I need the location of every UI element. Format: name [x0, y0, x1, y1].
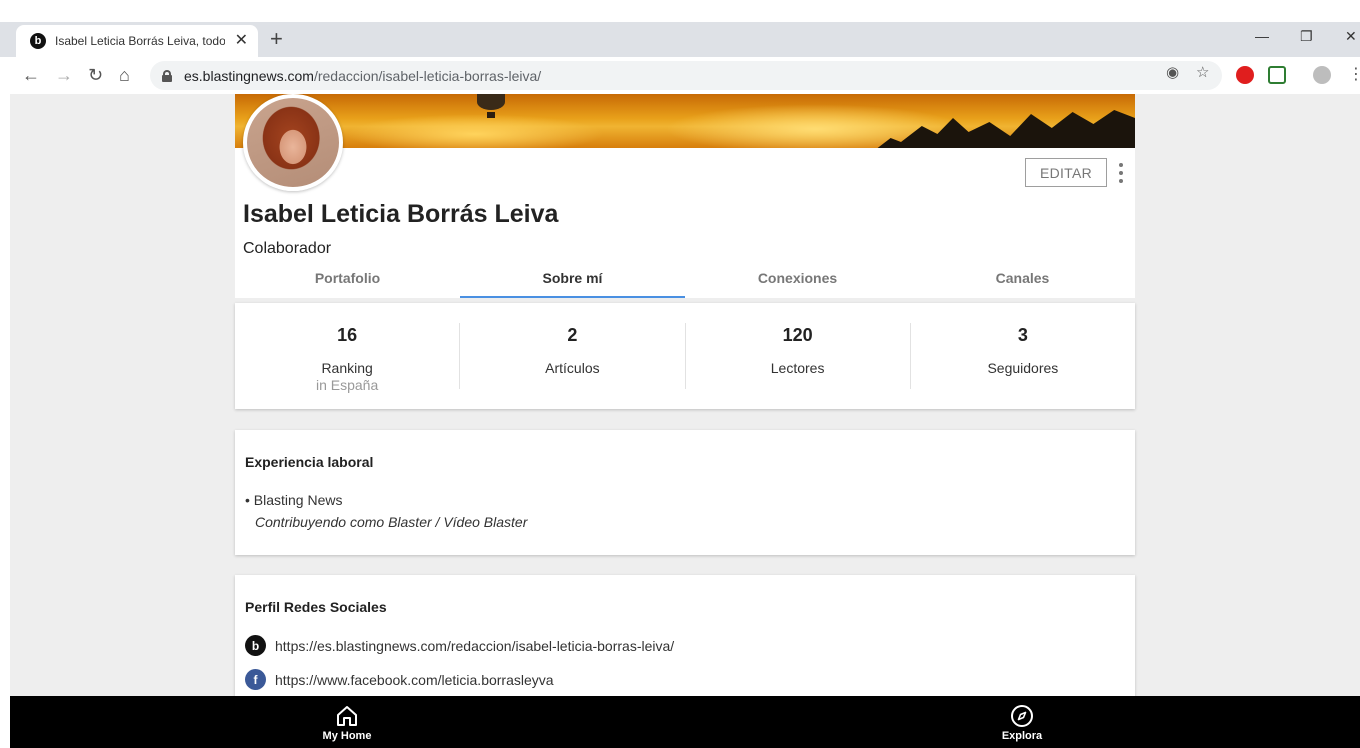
cover-image — [235, 94, 1135, 148]
reload-icon[interactable]: ↻ — [88, 63, 103, 87]
browser-toolbar: ← → ↻ ⌂ es.blastingnews.com/redaccion/is… — [0, 57, 1360, 94]
stat-label: Seguidores — [987, 360, 1059, 376]
home-icon[interactable]: ⌂ — [119, 63, 130, 87]
profile-role: Colaborador — [243, 240, 332, 257]
stat-articulos[interactable]: 2 Artículos — [460, 323, 686, 389]
back-icon[interactable]: ← — [22, 63, 40, 87]
experience-title: Experiencia laboral — [245, 454, 374, 470]
profile-tabs: Portafolio Sobre mí Conexiones Canales — [235, 264, 1135, 298]
social-link-row[interactable]: b https://es.blastingnews.com/redaccion/… — [245, 635, 1135, 656]
more-options-icon[interactable] — [1117, 163, 1125, 183]
forward-icon[interactable]: → — [55, 63, 73, 87]
tab-favicon-icon: b — [30, 33, 46, 49]
stat-label: Artículos — [545, 360, 600, 376]
tab-close-icon[interactable]: ✕ — [235, 33, 248, 49]
profile-avatar-icon[interactable] — [1313, 66, 1331, 84]
bottom-navigation: My Home Explora — [10, 696, 1360, 748]
url-path: /redaccion/isabel-leticia-borras-leiva/ — [313, 67, 542, 84]
profile-header-card: EDITAR Isabel Leticia Borrás Leiva Colab… — [235, 94, 1135, 298]
blastingnews-icon: b — [245, 635, 266, 656]
edit-profile-button[interactable]: EDITAR — [1025, 158, 1107, 187]
stats-card: 16 Ranking in España 2 Artículos 120 Lec… — [235, 303, 1135, 409]
lock-icon[interactable] — [162, 69, 172, 82]
profile-name: Isabel Leticia Borrás Leiva — [243, 200, 559, 228]
tab-portafolio[interactable]: Portafolio — [235, 264, 460, 298]
nav-label: My Home — [322, 730, 372, 742]
stat-value: 120 — [782, 325, 813, 345]
home-outline-icon — [337, 706, 357, 726]
url-host: es.blastingnews.com — [184, 67, 314, 84]
stat-label: Lectores — [770, 360, 825, 376]
stat-value: 3 — [1017, 325, 1028, 345]
opera-extension-icon[interactable] — [1236, 66, 1254, 84]
page-viewport: EDITAR Isabel Leticia Borrás Leiva Colab… — [10, 94, 1360, 748]
tab-sobre-mi[interactable]: Sobre mí — [460, 264, 685, 298]
social-card: Perfil Redes Sociales b https://es.blast… — [235, 575, 1135, 715]
stat-seguidores[interactable]: 3 Seguidores — [911, 323, 1135, 389]
social-link-url[interactable]: https://es.blastingnews.com/redaccion/is… — [275, 638, 674, 654]
tab-title: Isabel Leticia Borrás Leiva, todos — [55, 34, 225, 48]
browser-tabstrip: b Isabel Leticia Borrás Leiva, todos ✕ +… — [0, 22, 1360, 57]
stat-value: 16 — [337, 325, 358, 345]
nav-label: Explora — [1001, 730, 1043, 742]
stat-label: Ranking — [321, 360, 373, 376]
hot-air-balloon-icon — [477, 94, 505, 110]
address-bar[interactable]: es.blastingnews.com/redaccion/isabel-let… — [150, 61, 1222, 90]
stat-sublabel: in España — [315, 377, 379, 393]
close-window-icon[interactable]: ✕ — [1345, 28, 1357, 45]
avatar[interactable] — [243, 94, 343, 191]
bookmark-star-icon[interactable]: ☆ — [1196, 63, 1209, 81]
stat-ranking[interactable]: 16 Ranking in España — [235, 323, 461, 393]
browser-tab[interactable]: b Isabel Leticia Borrás Leiva, todos ✕ — [16, 25, 258, 57]
social-title: Perfil Redes Sociales — [245, 599, 387, 615]
minimize-icon[interactable]: — — [1255, 28, 1269, 44]
pocket-extension-icon[interactable] — [1268, 66, 1286, 84]
new-tab-icon[interactable]: + — [270, 27, 283, 51]
experience-position: Contribuyendo como Blaster / Vídeo Blast… — [255, 514, 528, 530]
social-link-row[interactable]: f https://www.facebook.com/leticia.borra… — [245, 669, 1135, 690]
compass-icon — [1011, 705, 1033, 727]
experience-company: • Blasting News — [245, 492, 343, 508]
experience-card: Experiencia laboral • Blasting News Cont… — [235, 430, 1135, 555]
tab-canales[interactable]: Canales — [910, 264, 1135, 298]
nav-my-home[interactable]: My Home — [320, 704, 374, 742]
restore-icon[interactable]: ❐ — [1300, 28, 1313, 45]
social-link-url[interactable]: https://www.facebook.com/leticia.borrasl… — [275, 672, 554, 688]
facebook-icon: f — [245, 669, 266, 690]
nav-explora[interactable]: Explora — [998, 704, 1046, 742]
translate-icon[interactable]: ◉ — [1166, 63, 1179, 81]
stat-value: 2 — [567, 325, 578, 345]
browser-menu-icon[interactable]: ⋮ — [1348, 63, 1360, 87]
tab-conexiones[interactable]: Conexiones — [685, 264, 910, 298]
stat-lectores[interactable]: 120 Lectores — [686, 323, 911, 389]
